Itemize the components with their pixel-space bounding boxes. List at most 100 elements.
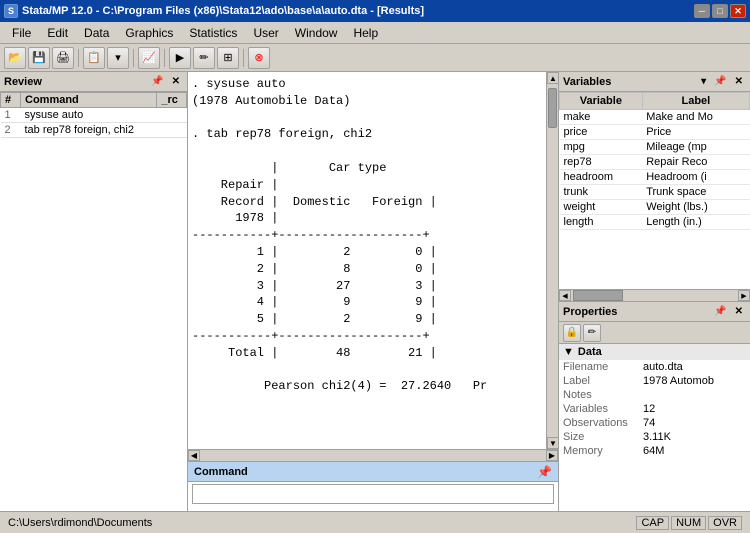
minimize-button[interactable]: ─ (694, 4, 710, 18)
command-label: Command (194, 466, 248, 478)
vars-filter[interactable]: ▾ (698, 76, 709, 87)
vars-hscrollbar[interactable]: ◀ ▶ (559, 289, 750, 301)
prop-toolbar: 🔒 ✏ (559, 322, 750, 344)
scroll-thumb[interactable] (548, 88, 557, 128)
var-row[interactable]: lengthLength (in.) (560, 215, 750, 230)
log-dropdown[interactable]: ▾ (107, 47, 129, 69)
menu-file[interactable]: File (4, 24, 39, 42)
properties-actions: 📌 ✕ (711, 306, 746, 317)
prop-size-val: 3.11K (639, 430, 750, 444)
menu-data[interactable]: Data (76, 24, 117, 42)
review-panel: Review 📌 ✕ # Command _rc 1 sysuse auto (0, 72, 188, 511)
review-row-num: 1 (1, 108, 21, 123)
results-scrollbar[interactable]: ▲ ▼ (546, 72, 558, 449)
results-content[interactable]: . sysuse auto (1978 Automobile Data) . t… (188, 72, 546, 449)
prop-memory-key: Memory (559, 444, 639, 458)
var-name: price (560, 125, 643, 140)
prop-row: Label 1978 Automob (559, 374, 750, 388)
menu-statistics[interactable]: Statistics (181, 24, 245, 42)
variables-header: Variables ▾ 📌 ✕ (559, 72, 750, 92)
window-controls: ─ □ ✕ (694, 4, 746, 18)
review-pin[interactable]: 📌 (148, 76, 166, 87)
hscroll-right[interactable]: ▶ (546, 450, 558, 461)
review-row-rc (157, 108, 187, 123)
results-area: . sysuse auto (1978 Automobile Data) . t… (188, 72, 558, 449)
vars-hscroll-track[interactable] (571, 290, 738, 301)
vars-hscroll-left[interactable]: ◀ (559, 290, 571, 301)
review-row[interactable]: 2 tab rep78 foreign, chi2 (1, 123, 187, 138)
props-vscroll[interactable] (738, 320, 750, 511)
prop-lock-btn[interactable]: 🔒 (563, 324, 581, 342)
var-row[interactable]: mpgMileage (mp (560, 140, 750, 155)
status-ovr: OVR (708, 516, 742, 530)
menu-help[interactable]: Help (345, 24, 386, 42)
scroll-track[interactable] (547, 84, 558, 437)
open-button[interactable]: 📂 (4, 47, 26, 69)
vars-hscroll-right[interactable]: ▶ (738, 290, 750, 301)
menu-window[interactable]: Window (287, 24, 346, 42)
vars-close[interactable]: ✕ (732, 76, 746, 87)
print-button[interactable]: 🖨 (52, 47, 74, 69)
review-header: Review 📌 ✕ (0, 72, 187, 92)
properties-content[interactable]: ▼ Data Filename auto.dta Label 1978 Auto… (559, 344, 750, 511)
scroll-up[interactable]: ▲ (547, 72, 558, 84)
review-table: # Command _rc 1 sysuse auto 2 tab rep78 … (0, 92, 187, 138)
menu-bar: File Edit Data Graphics Statistics User … (0, 22, 750, 44)
vars-pin[interactable]: 📌 (711, 76, 729, 87)
results-hscrollbar[interactable]: ◀ ▶ (188, 449, 558, 461)
var-label: Repair Reco (642, 155, 749, 170)
props-close[interactable]: ✕ (732, 306, 746, 317)
menu-user[interactable]: User (245, 24, 286, 42)
review-close[interactable]: ✕ (169, 76, 183, 87)
var-row[interactable]: pricePrice (560, 125, 750, 140)
data-expand-icon: ▼ (563, 346, 574, 358)
var-row[interactable]: trunkTrunk space (560, 185, 750, 200)
review-row-cmd: sysuse auto (21, 108, 157, 123)
vars-content[interactable]: Variable Label makeMake and Mo pricePric… (559, 92, 750, 289)
prop-data-section[interactable]: ▼ Data (559, 344, 750, 360)
prop-table: Filename auto.dta Label 1978 Automob Not… (559, 360, 750, 458)
prop-row: Size 3.11K (559, 430, 750, 444)
variables-title: Variables (563, 76, 611, 88)
menu-edit[interactable]: Edit (39, 24, 76, 42)
variables-panel: Variables ▾ 📌 ✕ Variable Label (559, 72, 750, 302)
main-layout: Review 📌 ✕ # Command _rc 1 sysuse auto (0, 72, 750, 511)
maximize-button[interactable]: □ (712, 4, 728, 18)
hscroll-left[interactable]: ◀ (188, 450, 200, 461)
var-row[interactable]: makeMake and Mo (560, 110, 750, 125)
log-button[interactable]: 📋 (83, 47, 105, 69)
variables-actions: ▾ 📌 ✕ (698, 76, 746, 87)
hscroll-track[interactable] (200, 450, 546, 461)
close-button[interactable]: ✕ (730, 4, 746, 18)
properties-panel: Properties 📌 ✕ 🔒 ✏ ▼ Data Filename (559, 302, 750, 511)
vars-col-var: Variable (560, 93, 643, 110)
command-header: Command 📌 (188, 462, 558, 482)
var-name: rep78 (560, 155, 643, 170)
editor-button[interactable]: ✏ (193, 47, 215, 69)
scroll-down[interactable]: ▼ (547, 437, 558, 449)
command-pin[interactable]: 📌 (537, 465, 552, 479)
command-input[interactable] (192, 484, 554, 504)
app-icon: S (4, 4, 18, 18)
prop-notes-key: Notes (559, 388, 639, 402)
var-label: Headroom (i (642, 170, 749, 185)
toolbar: 📂 💾 🖨 📋 ▾ 📈 ▶ ✏ ⊞ ⊗ (0, 44, 750, 72)
menu-graphics[interactable]: Graphics (117, 24, 181, 42)
save-button[interactable]: 💾 (28, 47, 50, 69)
graph-button[interactable]: 📈 (138, 47, 160, 69)
review-row[interactable]: 1 sysuse auto (1, 108, 187, 123)
do-button[interactable]: ▶ (169, 47, 191, 69)
var-row[interactable]: weightWeight (lbs.) (560, 200, 750, 215)
var-label: Weight (lbs.) (642, 200, 749, 215)
prop-label-val: 1978 Automob (639, 374, 750, 388)
var-row[interactable]: rep78Repair Reco (560, 155, 750, 170)
break-button[interactable]: ⊗ (248, 47, 270, 69)
var-row[interactable]: headroomHeadroom (i (560, 170, 750, 185)
results-button[interactable]: ⊞ (217, 47, 239, 69)
properties-header: Properties 📌 ✕ (559, 302, 750, 322)
vars-hscroll-thumb[interactable] (573, 290, 623, 301)
prop-edit-btn[interactable]: ✏ (583, 324, 601, 342)
prop-memory-val: 64M (639, 444, 750, 458)
status-path: C:\Users\rdimond\Documents (8, 517, 636, 529)
props-pin[interactable]: 📌 (711, 306, 729, 317)
